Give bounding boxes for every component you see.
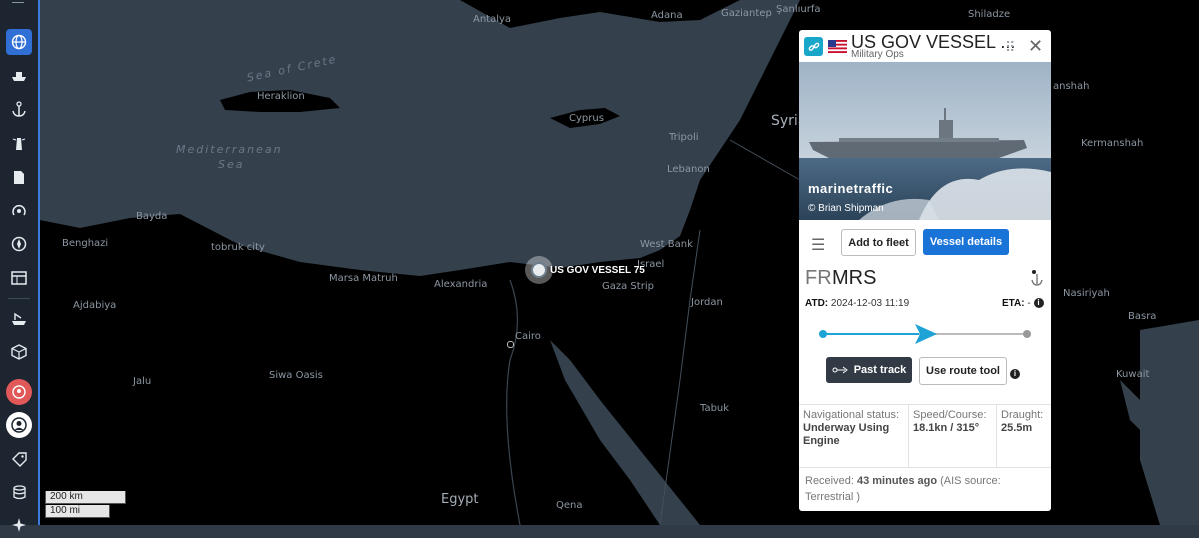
cairo-dot-icon	[507, 341, 514, 348]
map-label-jalu: Jalu	[133, 376, 152, 387]
map-label-marsa-matruh: Marsa Matruh	[329, 273, 398, 284]
map-label-adana: Adana	[651, 10, 683, 21]
atd-label: ATD:	[805, 298, 829, 309]
hamburger-menu-icon[interactable]: ☰	[811, 235, 825, 255]
photo-brand: marinetraffic	[808, 181, 894, 196]
map-label-anshah: anshah	[1053, 81, 1090, 92]
map-label-jordan: Jordan	[691, 297, 723, 308]
map-label-lebanon: Lebanon	[667, 164, 710, 175]
eta-row: ETA: - i	[1002, 298, 1044, 309]
use-route-tool-button[interactable]: Use route tool	[919, 357, 1007, 385]
map-label-benghazi: Benghazi	[62, 238, 109, 249]
map-scale: 200 km 100 mi	[45, 491, 126, 519]
sparkle-icon[interactable]	[6, 512, 32, 538]
table-icon[interactable]	[6, 265, 32, 291]
vessel-details-button[interactable]: Vessel details	[923, 229, 1009, 255]
eta-value: -	[1027, 298, 1031, 309]
map-label-cyprus: Cyprus	[569, 113, 604, 124]
map-label-west-bank: West Bank	[640, 239, 693, 250]
link-icon[interactable]	[804, 37, 823, 56]
vessel-status-grid: Navigational status: Underway Using Engi…	[799, 404, 1051, 468]
received-value: 43 minutes ago	[856, 475, 938, 487]
map-label-tabuk: Tabuk	[700, 403, 730, 414]
document-icon[interactable]	[6, 164, 32, 190]
map-label-gaziantep: Gaziantep	[721, 8, 772, 19]
speed-course-value: 18.1kn / 315°	[913, 422, 980, 434]
ship-route-icon[interactable]	[6, 306, 32, 332]
atd-row: ATD: 2024-12-03 11:19	[805, 298, 909, 309]
usa-flag-icon	[828, 40, 847, 53]
sidebar	[0, 0, 40, 532]
map-label-nasiriyah: Nasiriyah	[1063, 288, 1110, 299]
map-label-egypt: Egypt	[441, 492, 479, 507]
nav-status-cell: Navigational status: Underway Using Engi…	[803, 409, 903, 448]
alert-user-icon[interactable]	[6, 379, 32, 405]
destination-port: MRS	[832, 267, 877, 289]
map-label-gaza: Gaza Strip	[602, 281, 654, 292]
database-icon[interactable]	[6, 479, 32, 505]
photo-credit: © Brian Shipman	[808, 203, 884, 214]
nav-status-value: Underway Using Engine	[803, 422, 890, 447]
close-icon[interactable]: ✕	[1028, 36, 1043, 57]
map-label-heraklion: Heraklion	[257, 91, 305, 102]
map-label-cairo: Cairo	[515, 331, 541, 342]
received-label: Received:	[805, 475, 854, 487]
nav-status-label: Navigational status:	[803, 409, 899, 421]
package-icon[interactable]	[6, 339, 32, 365]
map-label-alexandria: Alexandria	[434, 279, 488, 290]
anchor-icon[interactable]	[6, 96, 32, 122]
ship-icon[interactable]	[6, 62, 32, 88]
tag-icon[interactable]	[6, 446, 32, 472]
voyage-progress	[819, 324, 1031, 344]
map-label-sea: Sea	[218, 158, 245, 171]
compass-icon[interactable]	[6, 231, 32, 257]
past-track-label: Past track	[853, 364, 907, 376]
received-info: Received: 43 minutes ago (AIS source: Te…	[805, 473, 1045, 505]
past-track-button[interactable]: Past track	[826, 357, 912, 383]
lighthouse-icon[interactable]	[6, 130, 32, 156]
scale-km: 200 km	[45, 491, 126, 504]
atd-value: 2024-12-03 11:19	[830, 298, 910, 309]
map-label-kuwait: Kuwait	[1116, 369, 1150, 380]
speed-course-cell: Speed/Course: 18.1kn / 315°	[913, 409, 997, 435]
map-label-ajdabiya: Ajdabiya	[73, 300, 117, 311]
map-label-bayda: Bayda	[136, 211, 168, 222]
track-icon	[832, 366, 848, 374]
drag-handle-icon[interactable]: ⠿	[1005, 39, 1015, 56]
map-label-qena: Qena	[556, 500, 583, 511]
map-label-tobruk: tobruk city	[211, 242, 265, 253]
signal-icon[interactable]	[6, 198, 32, 224]
map-label-mediterranean: Mediterranean	[176, 143, 283, 156]
map-label-kermanshah: Kermanshah	[1081, 138, 1144, 149]
vessel-marker[interactable]	[525, 256, 553, 284]
draught-label: Draught:	[1001, 409, 1044, 421]
map-label-sanliurfa: Şanlıurfa	[776, 4, 821, 15]
route-info-icon[interactable]: i	[1010, 368, 1020, 379]
speed-course-label: Speed/Course:	[913, 409, 987, 421]
vessel-type: Military Ops	[851, 49, 904, 60]
port-info-icon[interactable]	[1030, 269, 1044, 291]
user-account-icon[interactable]	[6, 412, 32, 438]
scale-mi: 100 mi	[45, 505, 110, 518]
map-label-basra: Basra	[1128, 311, 1157, 322]
eta-info-icon[interactable]: i	[1033, 298, 1044, 309]
draught-cell: Draught: 25.5m	[1001, 409, 1049, 435]
eta-label: ETA:	[1002, 298, 1025, 309]
map-label-shiladze: Shiladze	[968, 9, 1011, 20]
vessel-map-label: US GOV VESSEL 75	[550, 265, 645, 276]
sidebar-divider	[8, 298, 30, 299]
destination-country: FR	[805, 267, 832, 289]
map-label-antalya: Antalya	[473, 14, 512, 25]
draught-value: 25.5m	[1001, 422, 1033, 434]
vessel-photo[interactable]	[799, 62, 1051, 220]
add-to-fleet-button[interactable]: Add to fleet	[841, 229, 916, 256]
map-label-tripoli: Tripoli	[669, 132, 699, 143]
map-label-siwa: Siwa Oasis	[269, 370, 323, 381]
panel-header: US GOV VESSEL ... Military Ops ⠿ ✕	[799, 30, 1051, 62]
globe-icon[interactable]	[6, 29, 32, 55]
collapse-icon[interactable]	[12, 0, 24, 3]
vessel-info-panel: US GOV VESSEL ... Military Ops ⠿ ✕ marin…	[799, 30, 1051, 511]
